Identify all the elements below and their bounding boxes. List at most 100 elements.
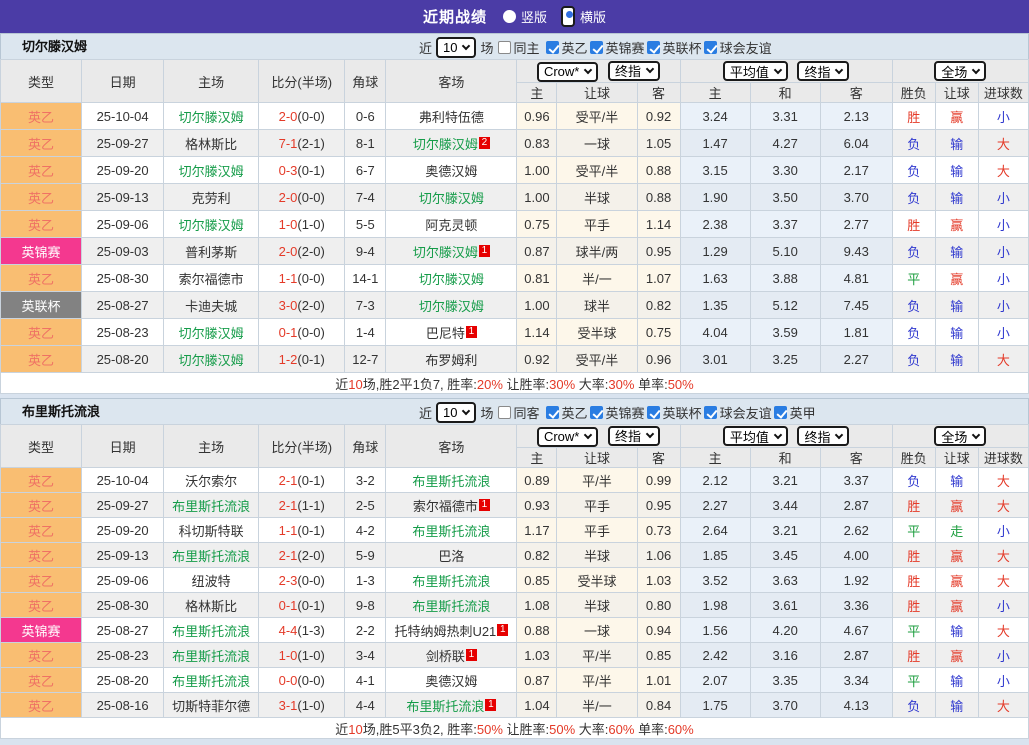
avg-away-odds: 2.77 (820, 211, 892, 238)
crow-home-odds: 0.92 (517, 346, 557, 373)
date-cell: 25-09-20 (82, 518, 164, 543)
handicap-result-cell: 输 (935, 319, 978, 346)
checkbox-unchecked-icon[interactable] (498, 406, 511, 419)
odds-time-select[interactable]: 终指 (608, 61, 660, 81)
home-team-cell: 沃尔索尔 (164, 468, 259, 493)
result-cell: 负 (892, 319, 935, 346)
match-row: 英乙25-09-27布里斯托流浪2-1(1-1)2-5索尔福德市10.93平手0… (1, 493, 1029, 518)
radio-unselected-icon[interactable] (503, 10, 516, 23)
goals-cell: 大 (978, 543, 1028, 568)
matches-table: 类型 日期 主场 比分(半场) 角球 客场 Crow* 终指 平均值 终指 (0, 59, 1029, 394)
bookmaker-select-value: Crow* (544, 429, 579, 444)
league-filter[interactable]: 英乙 (546, 403, 588, 422)
away-team-cell: 切尔滕汉姆1 (386, 238, 517, 265)
radio-horizontal-layout[interactable]: 横版 (561, 6, 606, 27)
match-count-select[interactable]: 10 (436, 402, 476, 423)
league-filter[interactable]: 英锦赛 (590, 38, 645, 57)
type-cell: 英乙 (1, 265, 82, 292)
scope-select[interactable]: 全场 (934, 61, 986, 81)
match-rows: 英乙25-10-04沃尔索尔2-1(0-1)3-2布里斯托流浪0.89平/半0.… (1, 468, 1029, 718)
near-label: 近 (419, 403, 432, 422)
match-row: 英乙25-09-20切尔滕汉姆0-3(0-1)6-7奥德汉姆1.00受平/半0.… (1, 157, 1029, 184)
halftime-score: (2-0) (297, 244, 324, 259)
average-time-select[interactable]: 终指 (797, 426, 849, 446)
checkbox-checked-icon[interactable] (647, 41, 660, 54)
handicap-line: 受半球 (557, 568, 637, 593)
team-label: 索尔福德市 (179, 272, 244, 287)
same-venue-filter[interactable]: 同客 (498, 403, 540, 422)
avg-home-odds: 1.90 (680, 184, 750, 211)
corners-cell: 0-6 (345, 103, 386, 130)
chevron-down-icon (462, 41, 470, 49)
checkbox-checked-icon[interactable] (546, 406, 559, 419)
goals-cell: 小 (978, 292, 1028, 319)
checkbox-unchecked-icon[interactable] (498, 41, 511, 54)
away-team-cell: 托特纳姆热刺U211 (386, 618, 517, 643)
radio-selected-icon[interactable] (561, 6, 575, 27)
average-select[interactable]: 平均值 (723, 61, 788, 81)
team-label: 沃尔索尔 (185, 474, 237, 489)
bookmaker-select[interactable]: Crow* (537, 62, 598, 82)
avg-draw-odds: 4.27 (750, 130, 820, 157)
type-cell: 英联杯 (1, 292, 82, 319)
league-filter[interactable]: 英乙 (546, 38, 588, 57)
average-select[interactable]: 平均值 (723, 426, 788, 446)
league-filter[interactable]: 英锦赛 (590, 403, 645, 422)
league-filter[interactable]: 英联杯 (647, 403, 702, 422)
halftime-score: (0-0) (297, 325, 324, 340)
halftime-score: (0-1) (297, 352, 324, 367)
radio-vertical-layout[interactable]: 竖版 (503, 7, 547, 26)
section-header: 切尔滕汉姆 近 10 场 同主 英乙英锦赛英联杯球会友谊 (0, 33, 1029, 59)
crow-home-odds: 0.82 (517, 543, 557, 568)
fulltime-score: 0-1 (279, 325, 298, 340)
bookmaker-select[interactable]: Crow* (537, 427, 598, 447)
avg-draw-odds: 3.21 (750, 518, 820, 543)
odds-time-select[interactable]: 终指 (608, 426, 660, 446)
odds-time-select-value: 终指 (615, 426, 641, 445)
col-avg-home: 主 (680, 83, 750, 103)
league-filter[interactable]: 球会友谊 (704, 38, 772, 57)
score-cell: 3-0(2-0) (259, 292, 345, 319)
fulltime-score: 0-0 (279, 673, 298, 688)
checkbox-checked-icon[interactable] (774, 406, 787, 419)
team-label: 格林斯比 (185, 137, 237, 152)
team-label: 切尔滕汉姆 (179, 218, 244, 233)
handicap-line: 球半 (557, 292, 637, 319)
score-cell: 1-2(0-1) (259, 346, 345, 373)
halftime-score: (1-1) (297, 498, 324, 513)
checkbox-checked-icon[interactable] (704, 41, 717, 54)
team-section: 切尔滕汉姆 近 10 场 同主 英乙英锦赛英联杯球会友谊 (0, 33, 1029, 394)
red-card-badge: 1 (479, 245, 490, 257)
filter-controls: 近 10 场 同客 英乙英锦赛英联杯球会友谊英甲 (419, 399, 816, 425)
crow-away-odds: 0.85 (637, 643, 680, 668)
scope-select[interactable]: 全场 (934, 426, 986, 446)
crow-away-odds: 0.80 (637, 593, 680, 618)
team-label: 托特纳姆热刺U21 (394, 624, 496, 639)
home-team-cell: 切尔滕汉姆 (164, 211, 259, 238)
result-cell: 胜 (892, 593, 935, 618)
checkbox-checked-icon[interactable] (647, 406, 660, 419)
date-cell: 25-10-04 (82, 468, 164, 493)
checkbox-checked-icon[interactable] (704, 406, 717, 419)
home-team-cell: 切尔滕汉姆 (164, 346, 259, 373)
checkbox-checked-icon[interactable] (590, 406, 603, 419)
match-count-select[interactable]: 10 (436, 37, 476, 58)
checkbox-checked-icon[interactable] (546, 41, 559, 54)
home-team-cell: 克劳利 (164, 184, 259, 211)
checkbox-checked-icon[interactable] (590, 41, 603, 54)
away-team-cell: 切尔滕汉姆 (386, 265, 517, 292)
goals-cell: 大 (978, 157, 1028, 184)
home-team-cell: 普利茅斯 (164, 238, 259, 265)
col-crow-away: 客 (637, 83, 680, 103)
avg-home-odds: 1.29 (680, 238, 750, 265)
match-row: 英乙25-09-13布里斯托流浪2-1(2-0)5-9巴洛0.82半球1.061… (1, 543, 1029, 568)
avg-home-odds: 1.56 (680, 618, 750, 643)
league-filter[interactable]: 英联杯 (647, 38, 702, 57)
league-filter[interactable]: 英甲 (774, 403, 816, 422)
goals-cell: 大 (978, 346, 1028, 373)
same-venue-filter[interactable]: 同主 (498, 38, 540, 57)
team-label: 布里斯托流浪 (412, 474, 490, 489)
league-filter[interactable]: 球会友谊 (704, 403, 772, 422)
summary-cell: 近10场,胜5平3负2, 胜率:50% 让胜率:50% 大率:60% 单率:60… (1, 718, 1029, 739)
average-time-select[interactable]: 终指 (797, 61, 849, 81)
